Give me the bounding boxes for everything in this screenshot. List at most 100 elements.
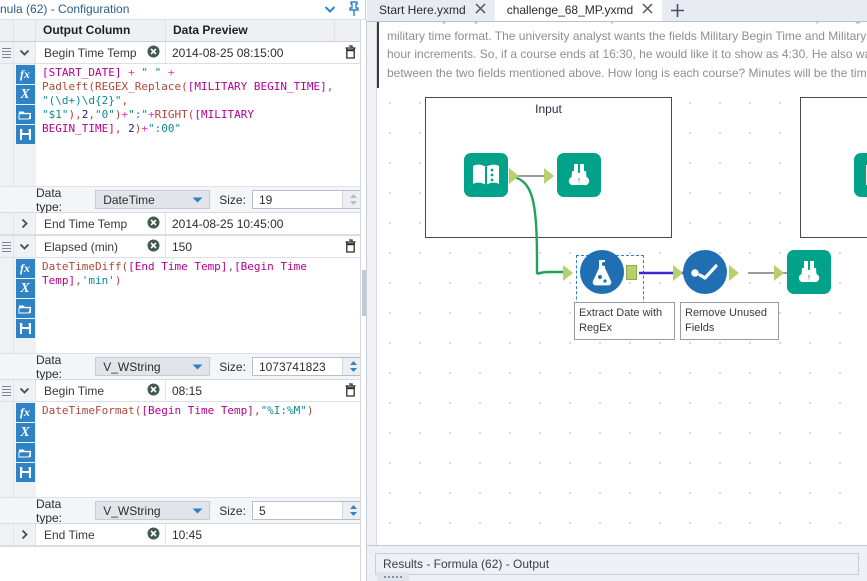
size-input[interactable]: 1073741823 bbox=[252, 357, 365, 376]
remove-field-icon[interactable] bbox=[147, 45, 160, 61]
node-secondary-tool[interactable] bbox=[854, 153, 867, 197]
input-anchor[interactable] bbox=[544, 168, 554, 184]
column-header-output-column[interactable]: Output Column bbox=[36, 20, 166, 41]
output-folder-icon bbox=[854, 153, 867, 197]
output-anchor[interactable] bbox=[729, 265, 739, 281]
plus-icon[interactable] bbox=[662, 0, 692, 21]
open-folder-icon[interactable] bbox=[16, 443, 35, 462]
canvas-comment[interactable]: A university analyst has been asked to h… bbox=[377, 22, 867, 88]
chevron-down-icon[interactable] bbox=[14, 236, 36, 257]
remove-field-icon[interactable] bbox=[147, 216, 160, 232]
splitter-handle[interactable] bbox=[362, 270, 366, 316]
data-type-select[interactable]: V_WString bbox=[95, 501, 210, 520]
input-anchor[interactable] bbox=[673, 265, 683, 281]
titlebar-actions bbox=[323, 1, 361, 17]
field-row[interactable]: End Time 10:45 bbox=[0, 524, 365, 546]
node-input-data[interactable] bbox=[464, 153, 508, 197]
chevron-down-icon[interactable] bbox=[14, 380, 36, 401]
input-anchor[interactable] bbox=[774, 265, 784, 281]
node-remove-unused-fields[interactable]: Remove Unused Fields bbox=[683, 250, 727, 294]
node-extract-date-regex[interactable]: Extract Date with RegEx bbox=[580, 250, 624, 294]
open-folder-icon[interactable] bbox=[16, 105, 35, 124]
save-disk-icon[interactable] bbox=[16, 319, 35, 338]
drag-grip-icon[interactable] bbox=[0, 524, 14, 545]
comment-line: hour increments. So, if a course ends at… bbox=[387, 45, 867, 64]
data-type-select[interactable]: V_WString bbox=[95, 357, 210, 376]
chevron-down-icon bbox=[192, 193, 203, 207]
formula-toolbar: fx X bbox=[14, 258, 36, 353]
size-input[interactable]: 5 bbox=[252, 501, 365, 520]
open-folder-icon[interactable] bbox=[16, 299, 35, 318]
container-title bbox=[801, 98, 867, 102]
formula-expression[interactable]: DateTimeDiff([End Time Temp],[Begin Time… bbox=[36, 258, 365, 353]
fx-icon[interactable]: fx bbox=[16, 259, 35, 278]
canvas-left-margin bbox=[367, 22, 377, 545]
grid-header-grip-spacer bbox=[0, 20, 14, 41]
field-name-value: End Time bbox=[44, 528, 95, 542]
field-row[interactable]: Begin Time 08:15 bbox=[0, 380, 365, 402]
field-row[interactable]: End Time Temp 2014-08-25 10:45:00 bbox=[0, 213, 365, 235]
formula-gutter bbox=[0, 402, 14, 497]
drag-grip-icon[interactable] bbox=[0, 213, 14, 234]
data-type-select[interactable]: DateTime bbox=[95, 190, 210, 209]
close-icon[interactable] bbox=[475, 3, 486, 17]
size-input[interactable]: 19 bbox=[252, 190, 365, 209]
variable-x-icon[interactable]: X bbox=[16, 279, 35, 298]
size-value: 19 bbox=[259, 193, 272, 207]
container-title: Input bbox=[426, 98, 671, 116]
save-disk-icon[interactable] bbox=[16, 463, 35, 482]
configuration-titlebar: nula (62) - Configuration bbox=[0, 0, 365, 20]
remove-field-icon[interactable] bbox=[147, 383, 160, 399]
save-disk-icon[interactable] bbox=[16, 125, 35, 144]
workflow-pane: Start Here.yxmd challenge_68_MP.yxmd A u… bbox=[367, 0, 867, 581]
close-icon[interactable] bbox=[642, 3, 653, 17]
pin-icon[interactable] bbox=[347, 1, 361, 17]
formula-expression[interactable]: DateTimeFormat([Begin Time Temp],"%I:%M"… bbox=[36, 402, 365, 497]
drag-grip-icon[interactable] bbox=[0, 42, 14, 63]
remove-field-icon[interactable] bbox=[147, 527, 160, 543]
formula-flask-icon bbox=[580, 250, 624, 294]
comment-line: between the two fields mentioned above. … bbox=[387, 64, 867, 83]
column-header-data-preview[interactable]: Data Preview bbox=[166, 20, 335, 41]
field-row[interactable]: Elapsed (min) 150 bbox=[0, 236, 365, 258]
chevron-down-icon[interactable] bbox=[323, 2, 337, 16]
formula-expression[interactable]: [START_DATE] + " " + Padleft(REGEX_Repla… bbox=[36, 64, 365, 186]
size-label: Size: bbox=[219, 360, 246, 374]
field-name-input[interactable]: End Time Temp bbox=[36, 213, 166, 234]
field-name-input[interactable]: End Time bbox=[36, 524, 166, 545]
fx-icon[interactable]: fx bbox=[16, 65, 35, 84]
size-label: Size: bbox=[219, 193, 246, 207]
workflow-canvas[interactable]: A university analyst has been asked to h… bbox=[367, 22, 867, 545]
chevron-down-icon[interactable] bbox=[14, 42, 36, 63]
panel-splitter[interactable] bbox=[360, 20, 367, 581]
tab-start-here[interactable]: Start Here.yxmd bbox=[367, 0, 495, 21]
field-name-input[interactable]: Elapsed (min) bbox=[36, 236, 166, 257]
field-name-input[interactable]: Begin Time bbox=[36, 380, 166, 401]
drag-grip-icon[interactable] bbox=[0, 236, 14, 257]
browse-binoculars-icon bbox=[557, 153, 601, 197]
node-browse-output[interactable] bbox=[787, 250, 831, 294]
chevron-right-icon[interactable] bbox=[14, 524, 36, 545]
results-title[interactable]: Results - Formula (62) - Output bbox=[375, 553, 859, 575]
tab-challenge-68-mp[interactable]: challenge_68_MP.yxmd bbox=[495, 0, 663, 21]
formula-gutter bbox=[0, 64, 14, 186]
variable-x-icon[interactable]: X bbox=[16, 85, 35, 104]
fields-grid-header: Output Column Data Preview bbox=[0, 20, 365, 42]
select-check-icon bbox=[683, 250, 727, 294]
results-resize-grip[interactable] bbox=[377, 572, 409, 581]
field-row[interactable]: Begin Time Temp 2014-08-25 08:15:00 bbox=[0, 42, 365, 64]
formula-editor: fx X [START_DATE] + " " + Padleft(REGEX_… bbox=[0, 64, 365, 186]
remove-field-icon[interactable] bbox=[147, 239, 160, 255]
chevron-right-icon[interactable] bbox=[14, 213, 36, 234]
output-anchor[interactable] bbox=[509, 168, 519, 184]
data-type-value: V_WString bbox=[103, 360, 160, 374]
input-anchor[interactable] bbox=[563, 265, 573, 281]
drag-grip-icon[interactable] bbox=[0, 380, 14, 401]
formula-editor: fx X DateTimeDiff([End Time Temp],[Begin… bbox=[0, 258, 365, 353]
field-name-input[interactable]: Begin Time Temp bbox=[36, 42, 166, 63]
variable-x-icon[interactable]: X bbox=[16, 423, 35, 442]
output-anchor[interactable] bbox=[626, 265, 637, 280]
field-block: Elapsed (min) 150 fx X bbox=[0, 236, 365, 380]
node-browse-input[interactable] bbox=[557, 153, 601, 197]
fx-icon[interactable]: fx bbox=[16, 403, 35, 422]
